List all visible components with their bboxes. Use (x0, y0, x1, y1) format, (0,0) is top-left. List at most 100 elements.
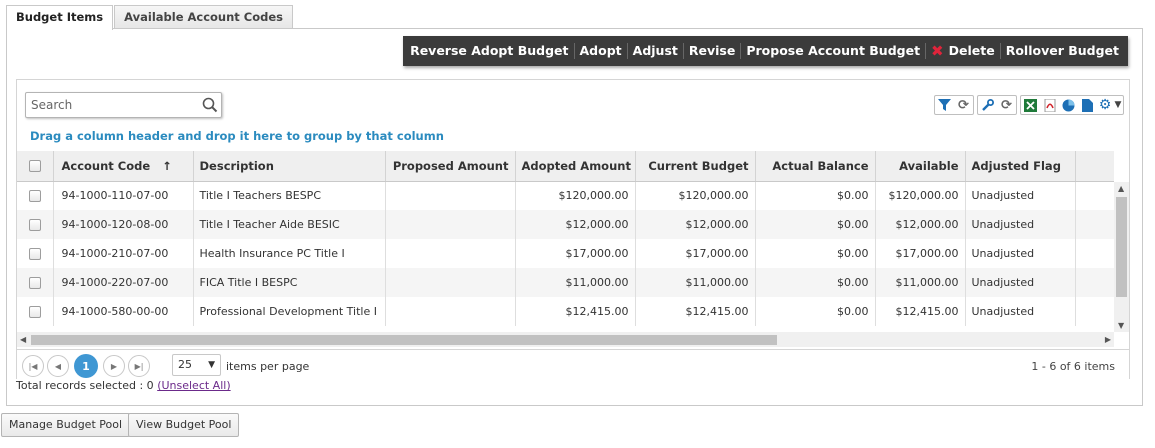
row-checkbox[interactable] (28, 248, 41, 260)
current-budget-header-label: Current Budget (648, 158, 749, 173)
cell-flag: Unadjusted (965, 181, 1076, 210)
pdf-icon[interactable] (1040, 96, 1059, 114)
table-row[interactable]: 94-1000-220-07-00 FICA Title I BESPC $11,0… (17, 268, 1114, 297)
cell-adopted: $12,415.00 (515, 297, 636, 326)
horizontal-scroll-thumb[interactable] (31, 335, 777, 345)
select-all-checkbox[interactable] (28, 160, 41, 173)
table-body: 94-1000-110-07-00 Title I Teachers BESPC $… (17, 181, 1114, 326)
column-header-e[interactable]: E (1075, 151, 1114, 182)
first-page-icon[interactable]: |◀ (22, 355, 44, 377)
row-checkbox[interactable] (28, 219, 41, 231)
cell-description: Title I Teacher Aide BESIC (193, 210, 386, 239)
scroll-down-icon[interactable]: ▼ (1118, 321, 1124, 330)
current-page-button[interactable]: 1 (74, 354, 98, 378)
table-row[interactable]: 94-1000-210-07-00 Health Insurance PC Tit… (17, 239, 1114, 268)
column-header-proposed-amount[interactable]: Proposed Amount (385, 151, 516, 182)
last-page-icon[interactable]: ▶| (128, 355, 150, 377)
column-header-adjusted-flag[interactable]: Adjusted Flag (965, 151, 1076, 182)
grid-viewport: Account Code ↑ Description Proposed Amou… (17, 151, 1114, 333)
vertical-scroll-thumb[interactable] (1116, 197, 1127, 297)
tab-available-account-codes[interactable]: Available Account Codes (114, 5, 294, 29)
account-code-header-label: Account Code (61, 158, 151, 173)
select-all-header (17, 151, 54, 182)
column-header-available[interactable]: Available (875, 151, 966, 182)
available-header-label: Available (899, 158, 959, 173)
scroll-right-icon[interactable]: ▶ (1105, 335, 1111, 344)
export-tool-group: ⚙ ▼ (1020, 95, 1124, 115)
next-page-icon[interactable]: ▶ (103, 355, 125, 377)
filter-icon[interactable] (935, 96, 954, 114)
cell-actual: $0.00 (755, 239, 876, 268)
row-checkbox[interactable] (28, 277, 41, 289)
column-header-account-code[interactable]: Account Code ↑ (53, 151, 194, 182)
propose-account-budget-button[interactable]: Propose Account Budget (740, 43, 925, 59)
document-icon[interactable] (1078, 96, 1097, 114)
unselect-all-link[interactable]: (Unselect All) (157, 379, 230, 392)
search-box (25, 92, 222, 118)
cell-actual: $0.00 (755, 181, 876, 210)
previous-page-icon[interactable]: ◀ (47, 355, 69, 377)
refresh-filter-icon[interactable]: ⟳ (954, 96, 973, 114)
items-per-page-label: items per page (226, 360, 310, 373)
cell-proposed (385, 268, 516, 297)
reverse-adopt-budget-button[interactable]: Reverse Adopt Budget (405, 43, 573, 59)
scroll-left-icon[interactable]: ◀ (20, 335, 26, 344)
settings-dropdown-caret-icon[interactable]: ▼ (1113, 96, 1123, 114)
cell-adopted: $17,000.00 (515, 239, 636, 268)
revise-button[interactable]: Revise (682, 43, 740, 59)
column-header-actual-balance[interactable]: Actual Balance (755, 151, 876, 182)
table-row[interactable]: 94-1000-120-08-00 Title I Teacher Aide BE… (17, 210, 1114, 239)
cell-proposed (385, 239, 516, 268)
manage-budget-pool-button[interactable]: Manage Budget Pool (1, 413, 131, 437)
column-header-description[interactable]: Description (193, 151, 386, 182)
horizontal-scrollbar[interactable]: ◀ ▶ (17, 332, 1114, 347)
proposed-amount-header-label: Proposed Amount (392, 158, 509, 173)
tab-strip: Budget Items Available Account Codes (6, 5, 294, 30)
table-row[interactable]: 94-1000-580-00-00 Professional Developmen… (17, 297, 1114, 326)
table-row[interactable]: 94-1000-110-07-00 Title I Teachers BESPC $… (17, 181, 1114, 210)
selection-summary: Total records selected : 0 (Unselect All… (16, 379, 231, 392)
selection-count-text: Total records selected : 0 (16, 379, 154, 392)
excel-icon[interactable] (1021, 96, 1040, 114)
adopt-label: Adopt (579, 43, 622, 58)
tab-budget-items[interactable]: Budget Items (6, 5, 114, 30)
group-drop-hint[interactable]: Drag a column header and drop it here to… (30, 129, 444, 143)
chart-icon[interactable] (1059, 96, 1078, 114)
page-size-select[interactable]: 25 ▼ (172, 354, 221, 376)
vertical-scrollbar[interactable]: ▲ ▼ (1114, 182, 1129, 332)
search-icon[interactable] (202, 97, 218, 116)
cell-available: $12,000.00 (875, 210, 966, 239)
row-checkbox[interactable] (28, 190, 41, 203)
wrench-icon[interactable] (978, 96, 997, 114)
adjusted-flag-header-label: Adjusted Flag (971, 158, 1061, 173)
scroll-up-icon[interactable]: ▲ (1118, 184, 1124, 193)
row-select-cell (17, 239, 54, 268)
cell-proposed (385, 210, 516, 239)
propose-account-budget-label: Propose Account Budget (746, 43, 921, 58)
reset-icon[interactable]: ⟳ (997, 96, 1016, 114)
column-header-current-budget[interactable]: Current Budget (635, 151, 756, 182)
search-input[interactable] (26, 98, 196, 112)
cell-adopted: $11,000.00 (515, 268, 636, 297)
row-checkbox[interactable] (28, 306, 41, 318)
table-header-row: Account Code ↑ Description Proposed Amou… (17, 151, 1114, 182)
cell-e (1075, 297, 1114, 326)
revise-label: Revise (688, 43, 736, 58)
view-budget-pool-button[interactable]: View Budget Pool (128, 413, 240, 437)
rollover-budget-button[interactable]: Rollover Budget (999, 43, 1124, 59)
delete-button[interactable]: ✖ Delete (925, 43, 1000, 59)
settings-icon[interactable]: ⚙ (1097, 96, 1113, 114)
cell-account-code: 94-1000-580-00-00 (53, 297, 194, 326)
cell-current: $11,000.00 (635, 268, 756, 297)
cell-flag: Unadjusted (965, 297, 1076, 326)
budget-items-table: Account Code ↑ Description Proposed Amou… (17, 151, 1114, 326)
adopt-button[interactable]: Adopt (573, 43, 627, 59)
cell-actual: $0.00 (755, 210, 876, 239)
cell-description: Professional Development Title I (193, 297, 386, 326)
page-size-value: 25 (178, 358, 192, 371)
column-header-adopted-amount[interactable]: Adopted Amount (515, 151, 636, 182)
action-toolbar: Reverse Adopt Budget Adopt Adjust Revise… (403, 36, 1128, 66)
adjust-button[interactable]: Adjust (626, 43, 683, 59)
cell-e (1075, 239, 1114, 268)
cell-available: $12,415.00 (875, 297, 966, 326)
